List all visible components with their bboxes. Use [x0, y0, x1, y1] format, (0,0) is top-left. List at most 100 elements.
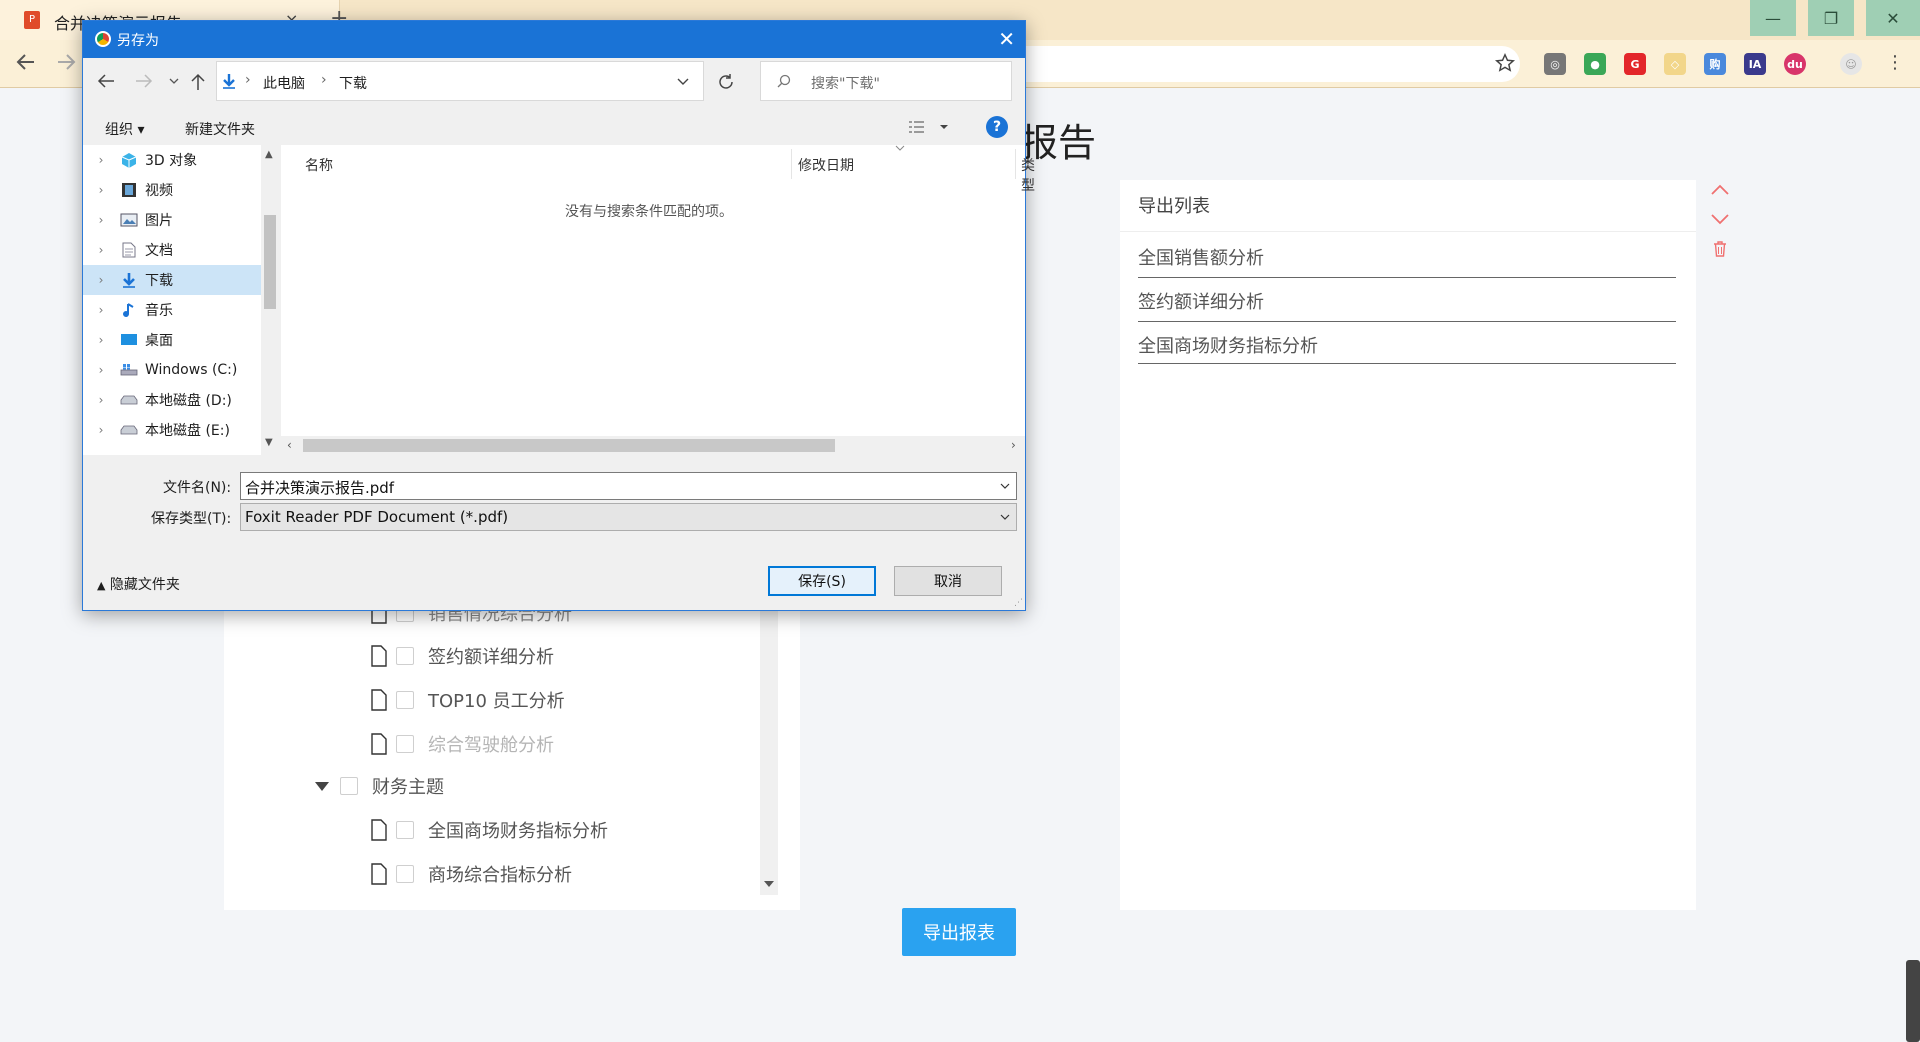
expand-chevron-icon[interactable]: › [83, 423, 119, 437]
breadcrumb-dropdown-icon[interactable] [677, 78, 689, 86]
view-options-icon[interactable] [907, 119, 953, 135]
extension-chrome-icon[interactable]: ● [1584, 53, 1606, 75]
organize-menu[interactable]: 组织 ▾ [105, 119, 144, 139]
column-header-type[interactable]: 类型 [1021, 155, 1035, 195]
export-list-item[interactable]: 全国商场财务指标分析 [1138, 322, 1676, 364]
scroll-down-arrow-icon[interactable] [764, 880, 774, 888]
chevron-down-icon[interactable] [1000, 514, 1010, 520]
expand-chevron-icon[interactable]: › [83, 303, 119, 317]
tree-item[interactable]: TOP10 员工分析 [370, 687, 565, 713]
tree-item[interactable]: 签约额详细分析 [370, 643, 565, 669]
forward-icon[interactable] [135, 73, 153, 89]
expand-chevron-icon[interactable]: › [83, 333, 119, 347]
column-header-modified[interactable]: 修改日期 [798, 155, 854, 175]
checkbox[interactable] [396, 865, 414, 883]
back-icon[interactable] [14, 50, 38, 74]
nav-item-documents[interactable]: › 文档 [83, 235, 261, 265]
tree-item[interactable]: 全国商场财务指标分析 [370, 817, 608, 843]
up-folder-icon[interactable] [191, 73, 205, 91]
breadcrumb-item[interactable]: 此电脑 [263, 73, 305, 93]
dialog-title-bar[interactable]: 另存为 ✕ [83, 21, 1025, 58]
menu-kebab-icon[interactable]: ⋮ [1886, 52, 1904, 73]
nav-item-music[interactable]: › 音乐 [83, 295, 261, 325]
tree-item[interactable]: 商场综合指标分析 [370, 861, 608, 887]
filetype-label: 保存类型(T): [151, 511, 232, 527]
extension-blue-icon[interactable]: 购 [1704, 53, 1726, 75]
checkbox[interactable] [396, 735, 414, 753]
close-window-button[interactable]: ✕ [1866, 0, 1920, 36]
tree-group-finance[interactable]: 财务主题 [314, 773, 444, 799]
chevron-down-icon[interactable] [1000, 483, 1010, 489]
caret-down-icon[interactable] [314, 780, 330, 792]
expand-chevron-icon[interactable]: › [83, 363, 119, 377]
new-folder-button[interactable]: 新建文件夹 [185, 119, 255, 139]
move-up-icon[interactable] [1710, 184, 1730, 196]
dialog-close-icon[interactable]: ✕ [998, 27, 1015, 51]
back-icon[interactable] [97, 73, 115, 89]
resize-grip-icon[interactable]: ⋰ [1014, 598, 1023, 608]
extension-glasses-icon[interactable]: ◎ [1544, 53, 1566, 75]
nav-item-drive-c[interactable]: › Windows (C:) [83, 355, 261, 385]
nav-item-pictures[interactable]: › 图片 [83, 205, 261, 235]
export-report-button[interactable]: 导出报表 [902, 908, 1016, 956]
scroll-up-arrow-icon[interactable]: ▲ [265, 149, 273, 160]
horizontal-scrollbar[interactable]: ‹ › [281, 436, 1025, 455]
restore-button[interactable]: ❐ [1808, 0, 1854, 36]
column-header-name[interactable]: 名称 [305, 155, 333, 175]
scroll-down-arrow-icon[interactable]: ▼ [265, 437, 273, 448]
file-icon [371, 733, 387, 755]
expand-chevron-icon[interactable]: › [83, 183, 119, 197]
scroll-right-arrow-icon[interactable]: › [1011, 438, 1016, 452]
forward-icon[interactable] [54, 50, 78, 74]
breadcrumb-bar[interactable]: › 此电脑 › 下载 [216, 61, 704, 101]
hide-folders-toggle[interactable]: ▲ 隐藏文件夹 [97, 574, 180, 594]
filetype-select[interactable]: Foxit Reader PDF Document (*.pdf) [240, 503, 1017, 531]
tree-scrollbar[interactable] [760, 590, 778, 895]
delete-trash-icon[interactable] [1713, 241, 1727, 257]
export-list-item[interactable]: 签约额详细分析 [1138, 278, 1676, 322]
extension-yellow-icon[interactable]: ◇ [1664, 53, 1686, 75]
cancel-button[interactable]: 取消 [894, 566, 1002, 596]
nav-item-desktop[interactable]: › 桌面 [83, 325, 261, 355]
checkbox[interactable] [396, 647, 414, 665]
refresh-icon[interactable] [717, 73, 735, 91]
expand-chevron-icon[interactable]: › [83, 243, 119, 257]
checkbox[interactable] [396, 821, 414, 839]
tree-item[interactable]: 综合驾驶舱分析 [370, 731, 565, 757]
nav-item-drive-e[interactable]: › 本地磁盘 (E:) [83, 415, 261, 445]
tree-group-label: 财务主题 [372, 777, 444, 798]
scroll-thumb[interactable] [264, 215, 276, 309]
page-scroll-thumb[interactable] [1906, 960, 1920, 1042]
help-icon[interactable]: ? [986, 116, 1008, 138]
navigation-scrollbar[interactable]: ▲ ▼ [261, 145, 279, 455]
file-list[interactable]: 名称 修改日期 类型 没有与搜索条件匹配的项。 [281, 145, 1035, 455]
extension-red-icon[interactable]: G [1624, 53, 1646, 75]
checkbox[interactable] [396, 691, 414, 709]
nav-item-label: 下载 [145, 273, 173, 289]
move-down-icon[interactable] [1710, 213, 1730, 225]
nav-item-drive-d[interactable]: › 本地磁盘 (D:) [83, 385, 261, 415]
extension-du-icon[interactable]: du [1784, 53, 1806, 75]
checkbox[interactable] [340, 777, 358, 795]
filename-input[interactable]: 合并决策演示报告.pdf [240, 472, 1017, 500]
nav-item-videos[interactable]: › 视频 [83, 175, 261, 205]
search-input[interactable]: 搜索"下载" [760, 61, 1012, 101]
nav-item-3d-objects[interactable]: › 3D 对象 [83, 145, 261, 175]
minimize-button[interactable]: — [1750, 0, 1796, 36]
expand-chevron-icon[interactable]: › [83, 153, 119, 167]
download-arrow-icon [221, 73, 237, 89]
profile-avatar[interactable]: ☺ [1840, 53, 1862, 75]
export-list-item[interactable]: 全国销售额分析 [1138, 234, 1676, 278]
nav-item-downloads[interactable]: › 下载 [83, 265, 261, 295]
expand-chevron-icon[interactable]: › [83, 393, 119, 407]
extension-ia-icon[interactable]: IA [1744, 53, 1766, 75]
recent-locations-icon[interactable] [169, 77, 179, 85]
scroll-left-arrow-icon[interactable]: ‹ [287, 438, 292, 452]
breadcrumb-item[interactable]: 下载 [339, 73, 367, 93]
nav-item-label: 本地磁盘 (E:) [145, 423, 230, 439]
bookmark-star-icon[interactable] [1494, 52, 1516, 74]
scroll-thumb[interactable] [303, 439, 835, 452]
expand-chevron-icon[interactable]: › [83, 213, 119, 227]
expand-chevron-icon[interactable]: › [83, 273, 119, 287]
save-button[interactable]: 保存(S) [768, 566, 876, 596]
